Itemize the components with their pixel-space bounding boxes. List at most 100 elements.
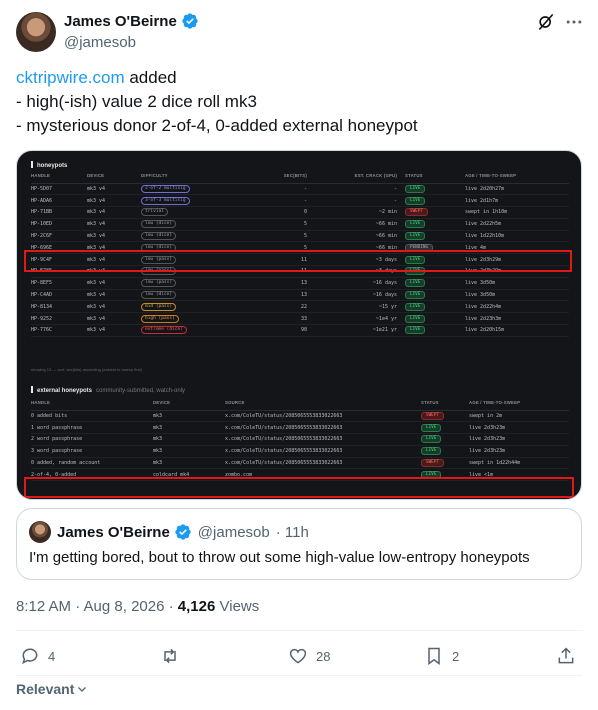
honeypots-col-header: EST. CRACK (GPU) bbox=[315, 169, 405, 184]
honeypots-col-header: HANDLE bbox=[31, 169, 87, 184]
external-honeypot-row[interactable]: 3 word passphrase mk3 x.com/ColeTU/status/… bbox=[31, 445, 569, 458]
external-honeypots-title: external honeypots community-submitted, w… bbox=[31, 386, 185, 394]
honeypot-crack-time: - bbox=[315, 194, 405, 208]
honeypot-handle: HP-9252 bbox=[31, 312, 87, 326]
honeypot-difficulty-cell: 2-of-2 multisig bbox=[141, 183, 281, 196]
honeypot-sec-bits: - bbox=[281, 183, 315, 196]
external-status-cell: SWEPT bbox=[421, 410, 469, 423]
author-name-row[interactable]: James O'Beirne bbox=[64, 12, 199, 30]
more-options-icon[interactable] bbox=[564, 12, 584, 32]
status-badge: LIVE bbox=[405, 314, 426, 323]
honeypot-status-cell: LIVE bbox=[405, 230, 465, 243]
honeypot-row[interactable]: HP-776C mk3 v4 extreme (dice) 90 ~1e21 yr LIV… bbox=[31, 324, 569, 337]
external-col-header: DEVICE bbox=[153, 396, 225, 411]
meta-dot: · bbox=[164, 598, 178, 615]
sort-label: Relevant bbox=[16, 681, 75, 697]
external-honeypot-row[interactable]: 2 word passphrase mk3 x.com/ColeTU/status/… bbox=[31, 433, 569, 446]
honeypot-device: mk3 v4 bbox=[87, 230, 141, 243]
honeypot-row[interactable]: HP-ADA6 mk3 v4 3-of-3 multisig - - LIVE live 2… bbox=[31, 194, 569, 208]
honeypot-row[interactable]: HP-71BB mk3 v4 trivial 0 ~2 min SWEPT swept in… bbox=[31, 206, 569, 219]
honeypot-status-cell: LIVE bbox=[405, 300, 465, 314]
difficulty-tag: mid (pass) bbox=[141, 302, 177, 311]
external-age: swept in 1d22h44m bbox=[469, 457, 569, 470]
external-source: x.com/ColeTU/status/2085065553833022663 bbox=[225, 445, 421, 458]
tweet-media-image[interactable]: honeypots HANDLE DEVICE DIFFICULTY SEC(BITS… bbox=[16, 150, 582, 500]
bookmark-button[interactable]: 2 bbox=[424, 646, 459, 666]
difficulty-tag: low (pass) bbox=[141, 279, 177, 288]
author-avatar[interactable] bbox=[16, 12, 56, 52]
honeypot-device: mk3 v4 bbox=[87, 218, 141, 231]
external-device: mk3 bbox=[153, 445, 225, 458]
reply-button[interactable]: 4 bbox=[20, 646, 55, 666]
external-honeypot-row[interactable]: 1 word passphrase mk3 x.com/ColeTU/status/… bbox=[31, 421, 569, 435]
honeypot-difficulty-cell: trivial bbox=[141, 206, 281, 219]
status-badge: SWEPT bbox=[405, 208, 428, 217]
share-button[interactable] bbox=[556, 646, 576, 666]
honeypot-row[interactable]: HP-8EF5 mk3 v4 low (pass) 13 ~16 days LIVE liv… bbox=[31, 277, 569, 290]
action-bar: 4 28 2 bbox=[16, 646, 582, 670]
quoted-author-name: James O'Beirne bbox=[57, 523, 170, 541]
external-col-header: STATUS bbox=[421, 396, 469, 411]
external-col-header: HANDLE bbox=[31, 396, 153, 411]
honeypot-age: live 2d20h27m bbox=[465, 183, 569, 196]
honeypot-sec-bits: 90 bbox=[281, 324, 315, 337]
external-status-cell: SWEPT bbox=[421, 457, 469, 470]
quoted-tweet[interactable]: James O'Beirne @jamesob · 11h I'm gettin… bbox=[16, 508, 582, 580]
honeypot-age: live 3d50m bbox=[465, 289, 569, 302]
honeypot-row[interactable]: HP-2C6F mk3 v4 low (dice) 5 ~66 min LIVE live … bbox=[31, 230, 569, 243]
honeypot-crack-time: ~16 days bbox=[315, 277, 405, 290]
difficulty-tag: low (dice) bbox=[141, 291, 177, 300]
tweet-timestamp[interactable]: 8:12 AM · Aug 8, 2026 bbox=[16, 598, 164, 615]
honeypot-difficulty-cell: low (pass) bbox=[141, 277, 281, 290]
honeypot-status-cell: LIVE bbox=[405, 312, 465, 326]
external-honeypot-row[interactable]: 0 added, random account mk3 x.com/ColeTU/s… bbox=[31, 457, 569, 470]
repost-button[interactable] bbox=[160, 646, 188, 666]
author-name[interactable]: James O'Beirne bbox=[64, 13, 177, 30]
honeypot-difficulty-cell: low (dice) bbox=[141, 289, 281, 302]
external-honeypot-row[interactable]: 0 added bits mk3 x.com/ColeTU/status/20850… bbox=[31, 410, 569, 423]
honeypot-status-cell: LIVE bbox=[405, 277, 465, 290]
grok-icon[interactable] bbox=[536, 12, 556, 32]
honeypot-row[interactable]: HP-5D07 mk3 v4 2-of-2 multisig - - LIVE live 2… bbox=[31, 183, 569, 196]
share-icon bbox=[558, 647, 574, 664]
views-count: 4,126 bbox=[177, 598, 216, 615]
external-source: x.com/ColeTU/status/2085065553833022663 bbox=[225, 421, 421, 435]
difficulty-tag: 3-of-3 multisig bbox=[141, 196, 190, 205]
honeypot-handle: HP-C4AD bbox=[31, 289, 87, 302]
honeypot-age: live 2d20h15m bbox=[465, 324, 569, 337]
difficulty-tag: low (dice) bbox=[141, 220, 177, 229]
tweet-meta: 8:12 AM · Aug 8, 2026 · 4,126 Views bbox=[16, 598, 259, 615]
honeypot-row[interactable]: HP-C4AD mk3 v4 low (dice) 13 ~16 days LIVE liv… bbox=[31, 289, 569, 302]
honeypot-age: live 2d22h4m bbox=[465, 300, 569, 314]
honeypot-sec-bits: 5 bbox=[281, 218, 315, 231]
honeypot-crack-time: ~2 min bbox=[315, 206, 405, 219]
external-source: x.com/ColeTU/status/2085065553833022663 bbox=[225, 433, 421, 446]
author-handle[interactable]: @jamesob bbox=[64, 34, 136, 51]
honeypot-status-cell: LIVE bbox=[405, 183, 465, 196]
sort-relevant-button[interactable]: Relevant bbox=[16, 681, 88, 697]
like-button[interactable]: 28 bbox=[288, 646, 330, 666]
status-badge: LIVE bbox=[405, 326, 426, 335]
honeypot-difficulty-cell: extreme (dice) bbox=[141, 324, 281, 337]
status-badge: LIVE bbox=[405, 184, 426, 193]
external-handle: 0 added bits bbox=[31, 410, 153, 423]
honeypot-sec-bits: 33 bbox=[281, 312, 315, 326]
external-age: live 2d3h23m bbox=[469, 445, 569, 458]
external-honeypots-table: HANDLE DEVICE SOURCE STATUS AGE / TIME-TO-SW… bbox=[31, 396, 569, 482]
honeypot-handle: HP-776C bbox=[31, 324, 87, 337]
tweet-link[interactable]: cktripwire.com bbox=[16, 68, 125, 87]
difficulty-tag: high (pass) bbox=[141, 314, 179, 323]
honeypot-row[interactable]: HP-10ED mk3 v4 low (dice) 5 ~66 min LIVE live … bbox=[31, 218, 569, 231]
honeypot-handle: HP-ADA6 bbox=[31, 194, 87, 208]
honeypot-age: live 3d50m bbox=[465, 277, 569, 290]
tweet-line-2: - high(-ish) value 2 dice roll mk3 bbox=[16, 92, 257, 111]
status-badge: LIVE bbox=[405, 220, 426, 229]
honeypot-row[interactable]: HP-8134 mk3 v4 mid (pass) 22 ~15 yr LIVE live … bbox=[31, 300, 569, 314]
external-device: mk3 bbox=[153, 410, 225, 423]
honeypot-device: mk3 v4 bbox=[87, 289, 141, 302]
honeypot-row[interactable]: HP-9252 mk3 v4 high (pass) 33 ~1e4 yr LIVE liv… bbox=[31, 312, 569, 326]
external-source: x.com/ColeTU/status/2085065553833022663 bbox=[225, 410, 421, 423]
honeypot-difficulty-cell: low (dice) bbox=[141, 230, 281, 243]
status-badge: LIVE bbox=[421, 423, 442, 432]
divider-top bbox=[16, 630, 582, 631]
